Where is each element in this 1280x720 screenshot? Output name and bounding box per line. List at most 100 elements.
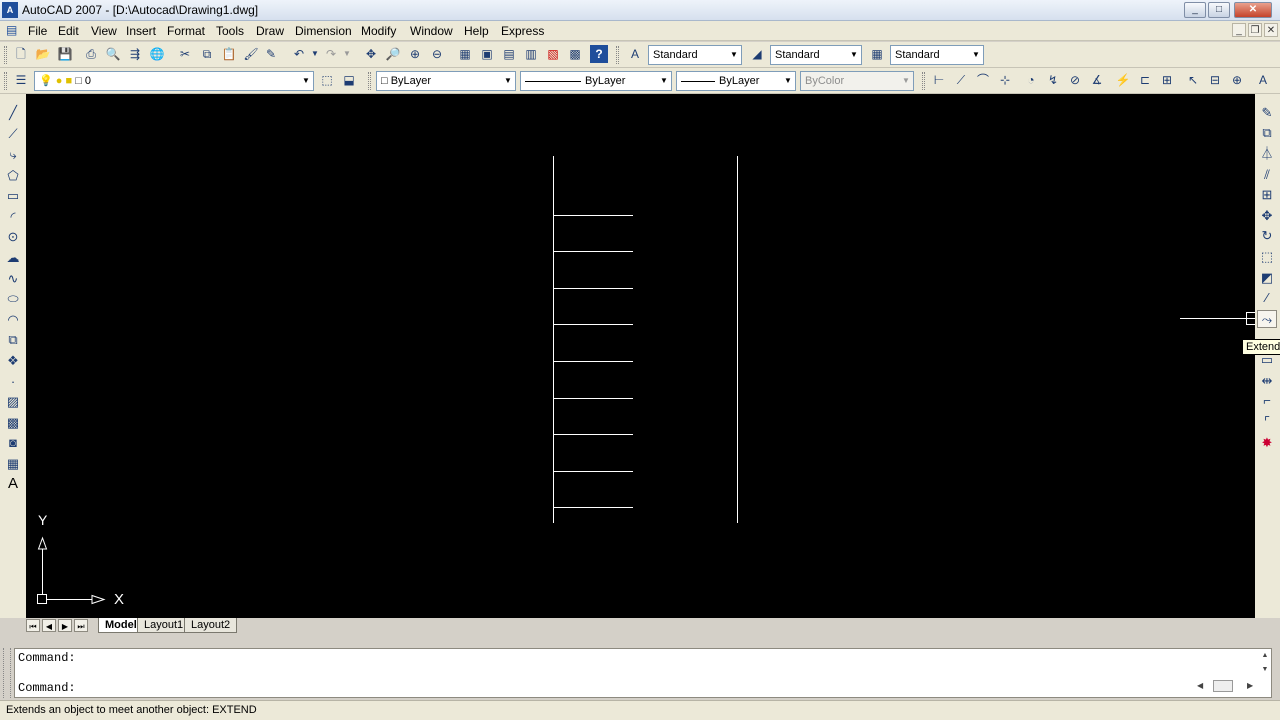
angular-dimension-icon[interactable]: ∡ (1088, 71, 1106, 89)
plot-icon[interactable]: ⎙ (82, 45, 100, 63)
make-block-icon[interactable]: ❖ (3, 352, 23, 370)
diameter-dimension-icon[interactable]: ⊘ (1066, 71, 1084, 89)
zoom-window-icon[interactable]: ⊕ (406, 45, 424, 63)
ellipse-icon[interactable]: ⬭ (3, 290, 23, 308)
make-object-layer-current-icon[interactable]: ⬚ (318, 71, 336, 89)
menu-file[interactable]: File (28, 24, 47, 38)
chevron-down-icon[interactable]: ▼ (299, 72, 313, 90)
plot-preview-icon[interactable]: 🔍 (104, 45, 122, 63)
drawing-area[interactable]: Y X (26, 94, 1255, 618)
construction-line-icon[interactable]: ⟋ (3, 125, 23, 143)
menu-express[interactable]: Express (501, 24, 544, 38)
minimize-button[interactable]: _ (1184, 2, 1206, 18)
ellipse-arc-icon[interactable]: ◠ (3, 311, 23, 329)
table-style-icon[interactable]: ▦ (868, 45, 886, 63)
dimension-style-select[interactable]: Standard ▼ (770, 45, 862, 65)
text-style-icon[interactable]: A (626, 45, 644, 63)
help-icon[interactable]: ? (590, 45, 608, 63)
quickcalc-icon[interactable]: ▩ (566, 45, 584, 63)
continue-dimension-icon[interactable]: ⊞ (1158, 71, 1176, 89)
autocad-app-icon[interactable]: A (2, 2, 18, 18)
stretch-icon[interactable]: ◩ (1257, 269, 1277, 287)
toolbar-grip[interactable] (616, 46, 619, 64)
menu-insert[interactable]: Insert (126, 24, 156, 38)
last-tab-icon[interactable]: ⏭ (74, 619, 88, 632)
break-icon[interactable]: ⇹ (1257, 372, 1277, 390)
quick-leader-icon[interactable]: ↖ (1184, 71, 1202, 89)
polygon-icon[interactable]: ⬠ (3, 167, 23, 185)
toolbar-grip[interactable] (4, 72, 7, 90)
tool-palettes-icon[interactable]: ▤ (500, 45, 518, 63)
command-scrollbar-horizontal[interactable]: ◀ ▶ (1197, 679, 1257, 693)
command-text-area[interactable]: Command: Command: ▲ ▼ ◀ ▶ (14, 648, 1272, 698)
menu-edit[interactable]: Edit (58, 24, 79, 38)
copy-icon[interactable]: ⧉ (1257, 124, 1277, 142)
copy-icon[interactable]: ⧉ (198, 45, 216, 63)
chevron-down-icon[interactable]: ▼ (727, 46, 741, 64)
trim-icon[interactable]: ⁄ (1257, 289, 1277, 307)
toolbar-grip[interactable] (922, 72, 925, 90)
color-control-select[interactable]: □ ByLayer ▼ (376, 71, 516, 91)
offset-icon[interactable]: ⫽ (1257, 166, 1277, 184)
scroll-thumb[interactable] (1213, 680, 1233, 692)
scale-icon[interactable]: ⬚ (1257, 248, 1277, 266)
mirror-icon[interactable]: ⏃ (1257, 145, 1277, 163)
aligned-dimension-icon[interactable]: ⟋ (952, 71, 970, 89)
mdi-close-button[interactable]: ✕ (1264, 23, 1278, 37)
lineweight-control-select[interactable]: ByLayer ▼ (676, 71, 796, 91)
next-tab-icon[interactable]: ▶ (58, 619, 72, 632)
sheet-set-manager-icon[interactable]: ▥ (522, 45, 540, 63)
jogged-dimension-icon[interactable]: ↯ (1044, 71, 1062, 89)
revision-cloud-icon[interactable]: ☁ (3, 249, 23, 267)
insert-block-icon[interactable]: ⧉ (3, 331, 23, 349)
mdi-restore-button[interactable]: ❐ (1248, 23, 1262, 37)
toolbar-grip[interactable] (4, 46, 7, 64)
layer-previous-icon[interactable]: ⬓ (340, 71, 358, 89)
explode-icon[interactable]: ✸ (1257, 434, 1277, 452)
array-icon[interactable]: ⊞ (1257, 186, 1277, 204)
multiline-text-icon[interactable]: A (3, 475, 23, 493)
save-icon[interactable]: 💾 (56, 45, 74, 63)
tolerance-icon[interactable]: ⊟ (1206, 71, 1224, 89)
dimension-style-icon[interactable]: ◢ (748, 45, 766, 63)
region-icon[interactable]: ◙ (3, 434, 23, 452)
menu-window[interactable]: Window (410, 24, 453, 38)
dimension-edit-icon[interactable]: A (1254, 71, 1272, 89)
document-icon[interactable]: ▤ (6, 23, 22, 39)
arc-icon[interactable]: ◜ (3, 208, 23, 226)
maximize-button[interactable]: □ (1208, 2, 1230, 18)
menu-draw[interactable]: Draw (256, 24, 284, 38)
menu-view[interactable]: View (91, 24, 117, 38)
baseline-dimension-icon[interactable]: ⊏ (1136, 71, 1154, 89)
tab-layout1[interactable]: Layout1 (137, 618, 191, 633)
rectangle-icon[interactable]: ▭ (3, 187, 23, 205)
center-mark-icon[interactable]: ⊕ (1228, 71, 1246, 89)
menu-format[interactable]: Format (167, 24, 205, 38)
layer-select[interactable]: 💡 ● ■ □ 0 ▼ (34, 71, 314, 91)
open-icon[interactable]: 📂 (34, 45, 52, 63)
quick-dimension-icon[interactable]: ⚡ (1114, 71, 1132, 89)
paste-icon[interactable]: 📋 (220, 45, 238, 63)
publish-icon[interactable]: ⇶ (126, 45, 144, 63)
hatch-icon[interactable]: ▨ (3, 393, 23, 411)
move-icon[interactable]: ✥ (1257, 207, 1277, 225)
redo-dropdown-icon[interactable]: ▼ (338, 45, 356, 63)
toolbar-grip[interactable] (368, 72, 371, 90)
menu-tools[interactable]: Tools (216, 24, 244, 38)
menu-modify[interactable]: Modify (361, 24, 396, 38)
arc-length-icon[interactable]: ⌒ (974, 71, 992, 89)
block-editor-icon[interactable]: ✎ (262, 45, 280, 63)
chevron-down-icon[interactable]: ▼ (847, 46, 861, 64)
tab-layout2[interactable]: Layout2 (184, 618, 238, 633)
scroll-right-icon[interactable]: ▶ (1247, 679, 1253, 693)
table-icon[interactable]: ▦ (3, 455, 23, 473)
design-center-icon[interactable]: ▣ (478, 45, 496, 63)
radius-dimension-icon[interactable]: ◔ (1022, 71, 1040, 89)
close-button[interactable]: ✕ (1234, 2, 1272, 18)
join-icon[interactable]: ⌐ (1257, 392, 1277, 410)
cut-icon[interactable]: ✂ (176, 45, 194, 63)
command-prompt-line[interactable]: Command: (18, 681, 76, 695)
linear-dimension-icon[interactable]: ⊢ (930, 71, 948, 89)
chamfer-icon[interactable]: ⌜ (1257, 413, 1277, 431)
chevron-down-icon[interactable]: ▼ (969, 46, 983, 64)
